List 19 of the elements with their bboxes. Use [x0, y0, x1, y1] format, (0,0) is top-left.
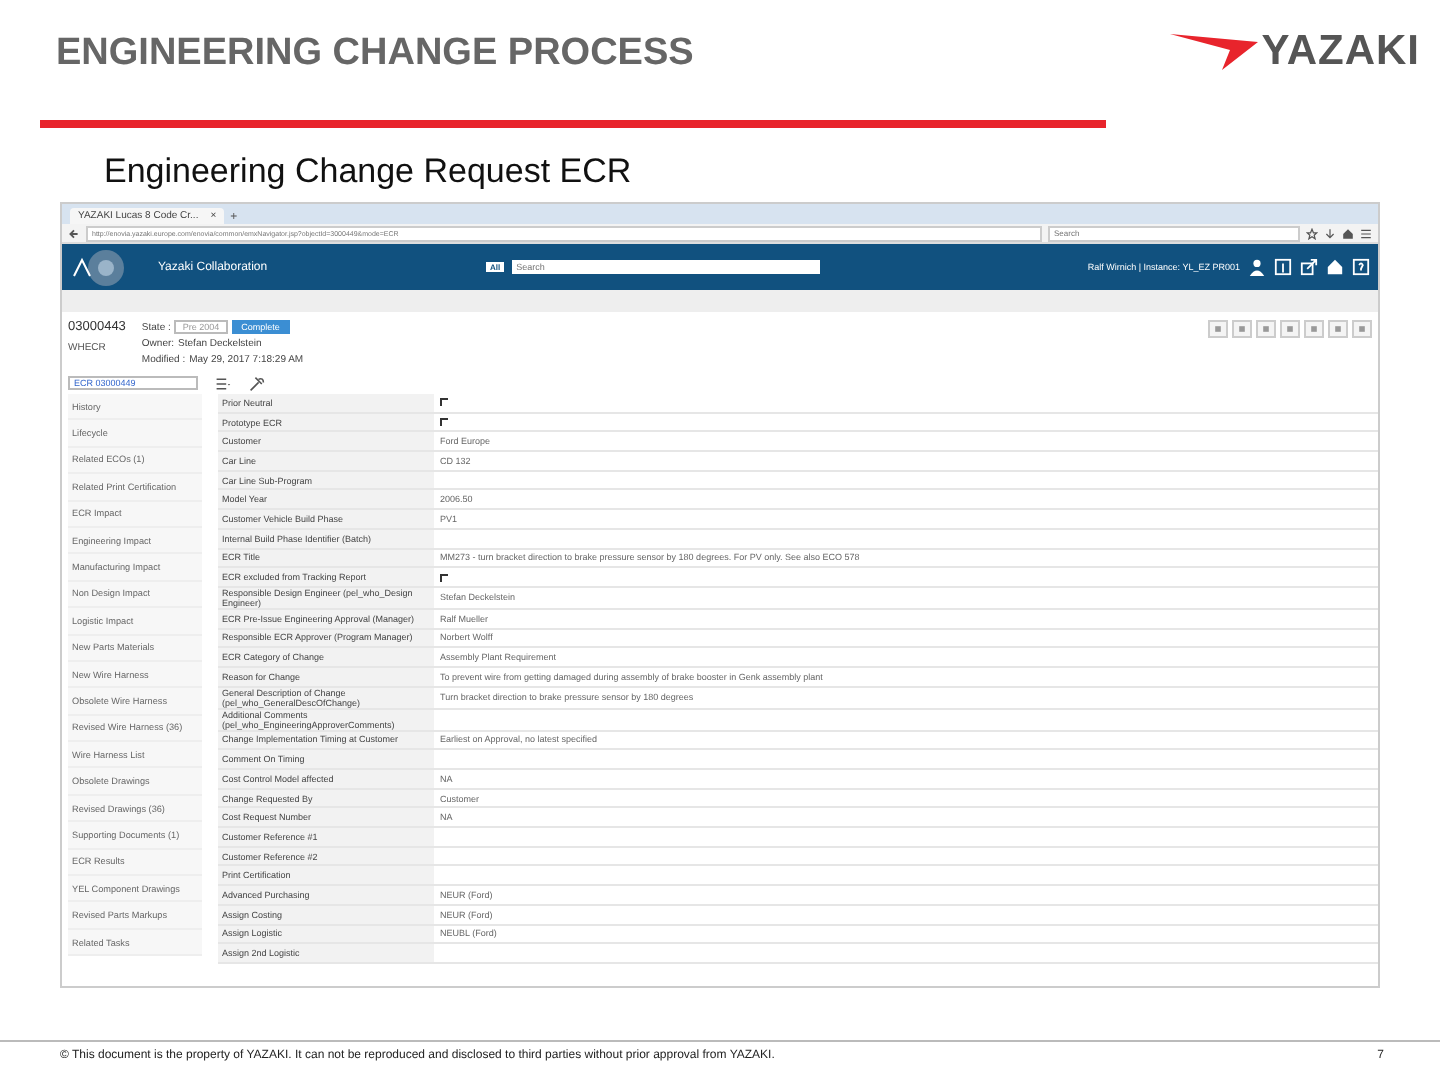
- slide-subtitle: Engineering Change Request ECR: [104, 152, 634, 192]
- menu-icon[interactable]: [1360, 227, 1372, 239]
- help-icon[interactable]: [1352, 258, 1370, 276]
- share-icon[interactable]: [1300, 258, 1318, 276]
- download-icon[interactable]: [1324, 227, 1336, 239]
- person-icon[interactable]: [1248, 258, 1266, 276]
- menu-icon[interactable]: [214, 375, 232, 391]
- home-icon[interactable]: [1326, 258, 1344, 276]
- checkbox[interactable]: [440, 398, 448, 407]
- star-icon[interactable]: [1306, 227, 1318, 239]
- swoosh-icon: [1169, 30, 1258, 74]
- compass-logo-icon[interactable]: [70, 247, 130, 287]
- back-icon[interactable]: [68, 227, 80, 239]
- tools-icon[interactable]: [248, 375, 266, 391]
- slide-title: ENGINEERING CHANGE PROCESS: [56, 32, 694, 76]
- checkbox[interactable]: [440, 418, 448, 427]
- info-icon[interactable]: [1274, 258, 1292, 276]
- checkbox[interactable]: [440, 573, 448, 582]
- logo: YAZAKI: [1261, 28, 1420, 76]
